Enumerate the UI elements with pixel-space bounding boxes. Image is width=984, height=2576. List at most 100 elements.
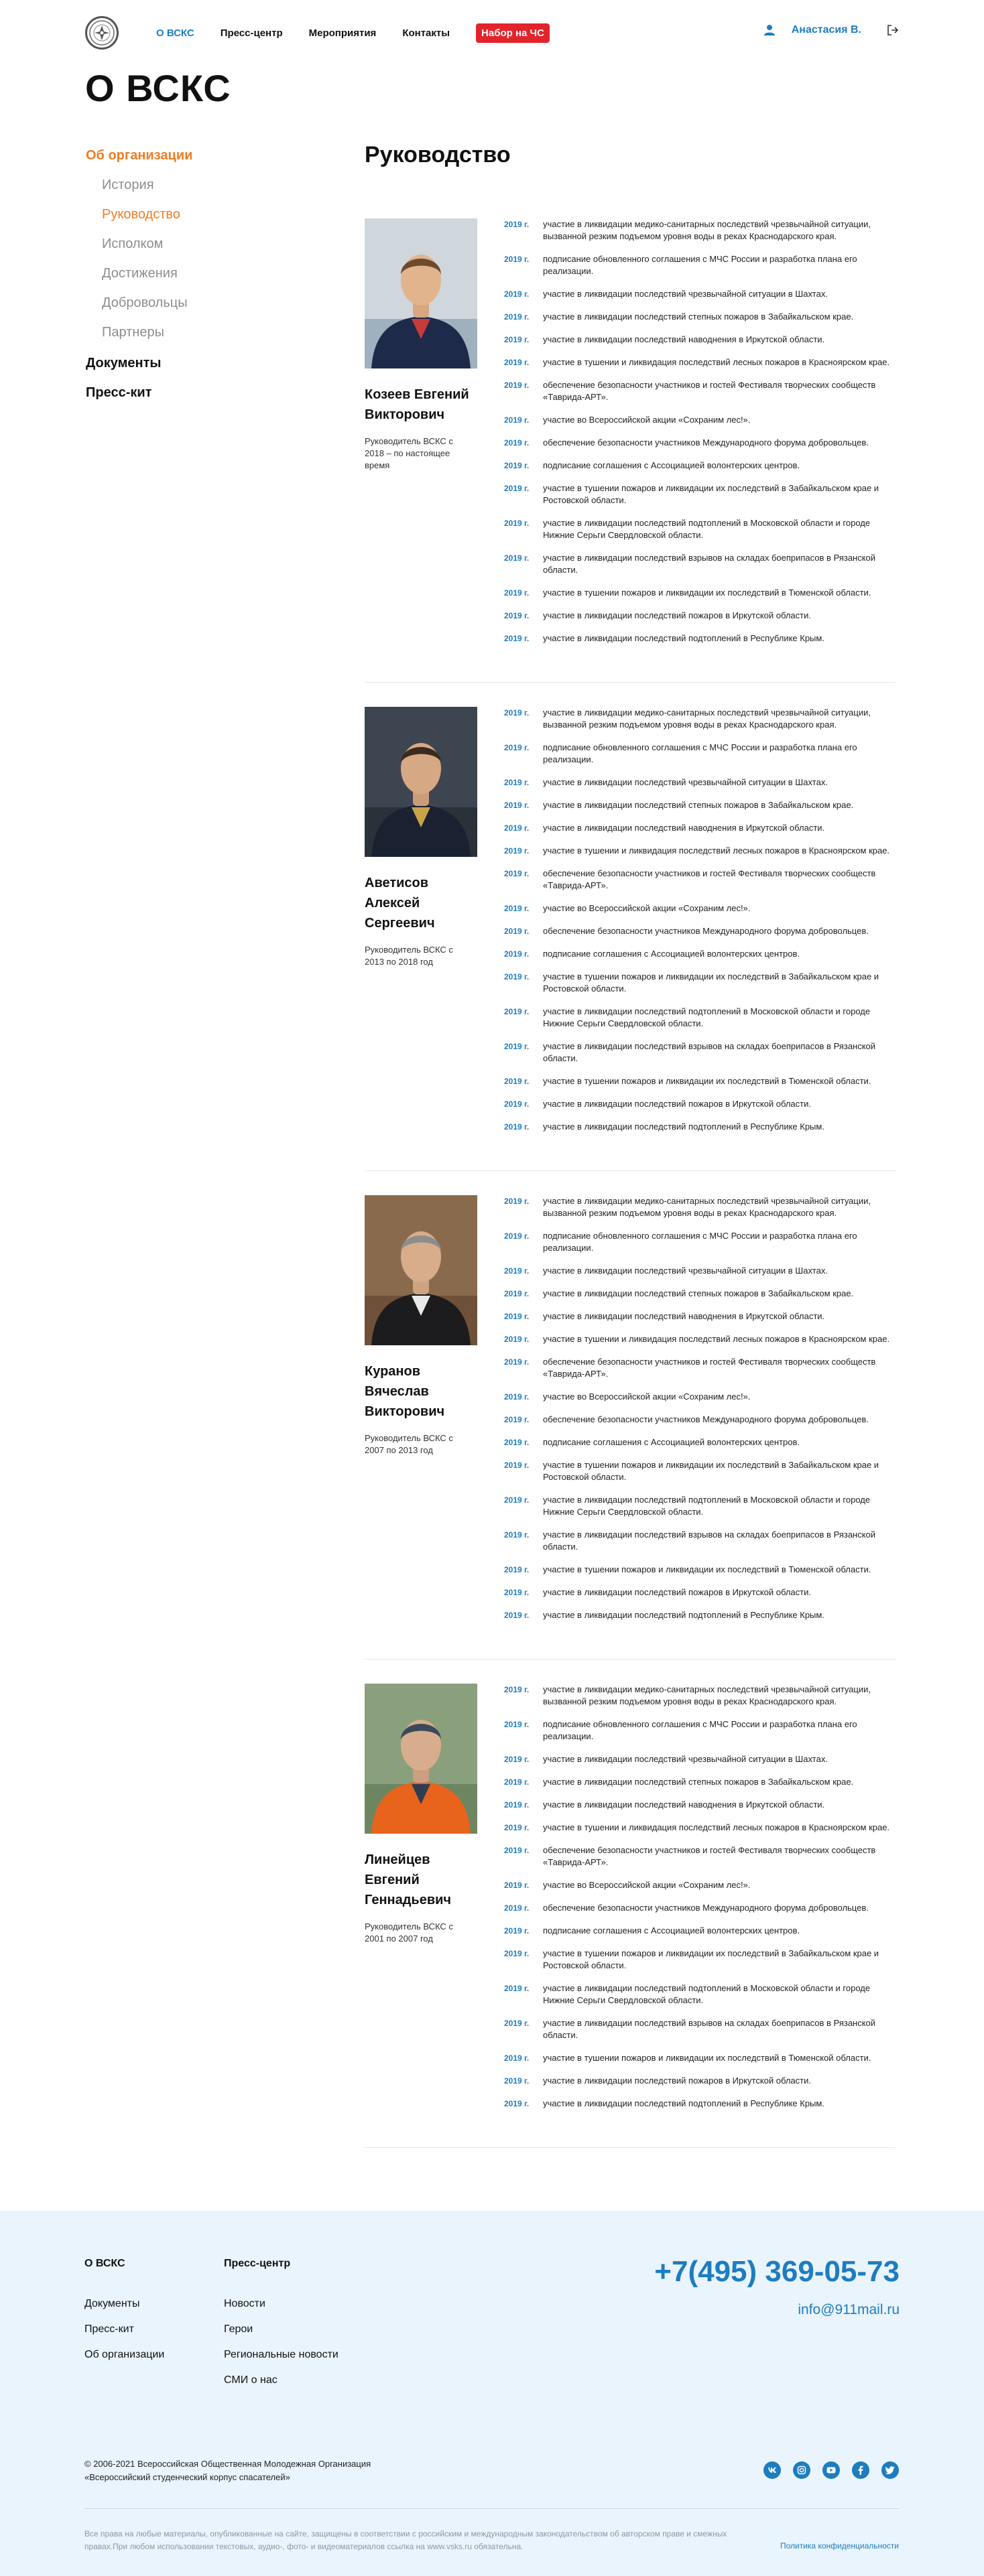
timeline-item: 2019 г. участие в ликвидации последствий … [504,1310,898,1323]
timeline-text: обеспечение безопасности участников Межд… [543,437,869,448]
timeline-text: обеспечение безопасности участников Межд… [543,926,869,936]
nav-item-contacts[interactable]: Контакты [402,27,450,39]
footer-email-link[interactable]: info@911mail.ru [798,2302,900,2318]
sidebar-item-partners[interactable]: Партнеры [86,318,287,347]
logout-icon[interactable] [887,24,899,36]
timeline-year: 2019 г. [504,1846,530,1855]
instagram-icon[interactable] [793,2461,810,2479]
footer-link-documents[interactable]: Документы [84,2298,224,2310]
timeline-item: 2019 г. участие в ликвидации последствий … [504,1753,898,1765]
timeline-text: участие в тушении пожаров и ликвидации и… [543,1948,879,1970]
footer-column-title: Пресс-центр [224,2258,291,2269]
social-links [763,2461,899,2479]
timeline-year: 2019 г. [504,1312,530,1321]
timeline-year: 2019 г. [504,381,530,390]
sidebar-item-press-kit[interactable]: Пресс-кит [86,378,287,407]
timeline-text: участие в ликвидации последствий взрывов… [543,1530,876,1552]
leader-profile: Козеев Евгений Викторович Руководитель ВС… [365,218,504,655]
nav-item-events[interactable]: Мероприятия [309,27,377,39]
timeline-text: участие во Всероссийской акции «Сохраним… [543,1392,751,1402]
sidebar-item-about-organization[interactable]: Об организации [86,141,287,170]
timeline-text: участие в тушении пожаров и ликвидации и… [543,483,879,505]
timeline-year: 2019 г. [504,519,530,528]
sidebar-item-achievements[interactable]: Достижения [86,259,287,288]
footer-legal-notice: Все права на любые материалы, опубликова… [84,2529,727,2551]
timeline-item: 2019 г. участие во Всероссийской акции «С… [504,902,898,914]
timeline-item: 2019 г. участие в ликвидации последствий … [504,632,898,645]
footer-link-heroes[interactable]: Герои [224,2323,363,2335]
footer-phone[interactable]: +7(495) 369-05-73 [654,2255,900,2289]
sidebar-item-history[interactable]: История [86,170,287,200]
timeline-year: 2019 г. [504,438,530,448]
twitter-icon[interactable] [881,2461,899,2479]
youtube-icon[interactable] [822,2461,840,2479]
user-name-link[interactable]: Анастасия В. [792,24,861,36]
timeline-text: участие в ликвидации последствий подтопл… [543,1006,871,1028]
timeline-text: участие в ликвидации последствий подтопл… [543,518,871,540]
sidebar-item-leadership[interactable]: Руководство [86,200,287,229]
timeline-text: участие в ликвидации последствий взрывов… [543,553,876,575]
timeline-text: участие в тушении пожаров и ликвидации и… [543,1076,871,1086]
footer-link-media-about-us[interactable]: СМИ о нас [224,2374,363,2386]
nav-item-press-center[interactable]: Пресс-центр [221,27,283,39]
section-title: Руководство [365,142,511,167]
timeline-item: 2019 г. участие в ликвидации медико-санит… [504,218,898,243]
timeline-year: 2019 г. [504,1077,530,1086]
timeline-year: 2019 г. [504,1800,530,1810]
timeline-item: 2019 г. участие в тушении пожаров и ликви… [504,1075,898,1087]
facebook-icon[interactable] [852,2461,869,2479]
sidebar-item-volunteers[interactable]: Добровольцы [86,288,287,318]
timeline-item: 2019 г. участие в ликвидации последствий … [504,1098,898,1110]
vk-icon[interactable] [763,2461,781,2479]
timeline-item: 2019 г. обеспечение безопасности участник… [504,1844,898,1869]
privacy-policy-link[interactable]: Политика конфиденциальности [780,2541,899,2553]
timeline-item: 2019 г. участие в тушении и ликвидация по… [504,845,898,857]
vsks-emblem-icon[interactable] [85,16,119,50]
timeline-year: 2019 г. [504,972,530,981]
leaders-list: Козеев Евгений Викторович Руководитель ВС… [365,194,896,2148]
timeline-item: 2019 г. участие в ликвидации последствий … [504,1040,898,1065]
footer-column-title: О ВСКС [84,2258,125,2269]
timeline-item: 2019 г. подписание соглашения с Ассоциаци… [504,460,898,472]
timeline-text: обеспечение безопасности участников и го… [543,868,876,890]
sidebar-item-executive-committee[interactable]: Исполком [86,229,287,259]
footer-column-press-center: Пресс-центр Новости Герои Региональные н… [224,2258,363,2400]
nav-item-about[interactable]: О ВСКС [156,27,194,39]
timeline-year: 2019 г. [504,415,530,425]
timeline-year: 2019 г. [504,1495,530,1505]
timeline-year: 2019 г. [504,1122,530,1132]
footer-link-news[interactable]: Новости [224,2298,363,2310]
timeline-year: 2019 г. [504,1588,530,1597]
footer-column-about: О ВСКС Документы Пресс-кит Об организаци… [84,2258,224,2400]
user-icon[interactable] [763,24,776,36]
timeline-text: подписание обновленного соглашения с МЧС… [543,254,857,276]
timeline-text: участие в ликвидации медико-санитарных п… [543,219,871,241]
timeline-item: 2019 г. участие в ликвидации медико-санит… [504,1195,898,1219]
leader-card: Линейцев Евгений Геннадьевич Руководитель… [365,1659,896,2148]
timeline-text: участие в ликвидации последствий подтопл… [543,1983,871,2005]
timeline-year: 2019 г. [504,869,530,878]
sidebar-item-documents[interactable]: Документы [86,348,287,378]
leader-name: Куранов Вячеслав Викторович [365,1364,445,1419]
timeline-item: 2019 г. участие в ликвидации последствий … [504,517,898,541]
timeline-year: 2019 г. [504,335,530,344]
leader-role: Руководитель ВСКС с 2013 по 2018 год [365,945,453,967]
timeline-year: 2019 г. [504,1823,530,1832]
timeline-year: 2019 г. [504,823,530,833]
copyright-line: © 2006-2021 Всероссийская Общественная М… [84,2459,371,2469]
footer-link-regional-news[interactable]: Региональные новости [224,2349,363,2361]
timeline-text: участие в ликвидации последствий пожаров… [543,1099,811,1109]
timeline-text: участие в ликвидации последствий пожаров… [543,610,811,620]
timeline-text: участие в ликвидации последствий наводне… [543,1800,825,1810]
footer-link-about-organization[interactable]: Об организации [84,2349,224,2361]
timeline-item: 2019 г. участие в ликвидации последствий … [504,1529,898,1553]
timeline-year: 2019 г. [504,949,530,959]
timeline-text: обеспечение безопасности участников Межд… [543,1414,869,1424]
timeline-year: 2019 г. [504,553,530,563]
footer-link-press-kit[interactable]: Пресс-кит [84,2323,224,2335]
timeline-item: 2019 г. участие в ликвидации последствий … [504,2075,898,2087]
leader-name: Аветисов Алексей Сергеевич [365,876,435,931]
timeline-year: 2019 г. [504,1530,530,1540]
emergency-recruitment-button[interactable]: Набор на ЧС [476,23,550,43]
timeline-text: участие в тушении и ликвидация последств… [543,845,890,856]
